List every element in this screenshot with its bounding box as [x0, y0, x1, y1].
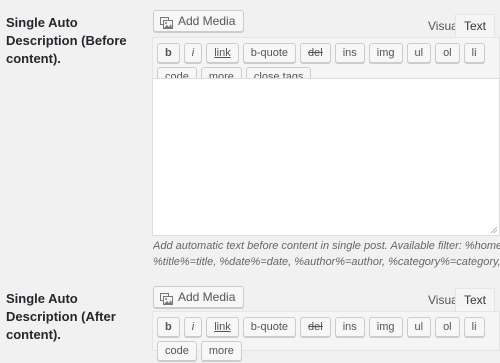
qt-blockquote-button[interactable]: b-quote	[242, 317, 297, 337]
quicktags-toolbar-2: b i link b-quote del ins img ul ol li co…	[152, 311, 500, 361]
qt-more-button[interactable]: more	[200, 341, 242, 361]
qt-ins-button[interactable]: ins	[334, 317, 365, 337]
qt-ul-button[interactable]: ul	[406, 43, 432, 63]
add-media-label: Add Media	[178, 14, 236, 28]
tab-text[interactable]: Text	[455, 14, 496, 38]
help-text-line-1: Add automatic text before content in sin…	[153, 240, 500, 252]
add-media-label: Add Media	[178, 290, 236, 304]
media-icon	[160, 291, 173, 305]
qt-img-button[interactable]: img	[368, 317, 403, 337]
qt-ol-button[interactable]: ol	[435, 317, 460, 337]
media-icon	[160, 15, 173, 29]
help-text-line-2: %title%=title, %date%=date, %author%=aut…	[153, 256, 500, 268]
tab-text-2[interactable]: Text	[455, 288, 496, 312]
qt-code-button[interactable]: code	[157, 341, 197, 361]
description-before-textarea[interactable]	[152, 78, 500, 236]
qt-del-button[interactable]: del	[300, 43, 331, 63]
field-label-before-content: Single Auto Description (Before content)…	[6, 15, 127, 66]
qt-li-button[interactable]: li	[463, 317, 485, 337]
qt-bold-button[interactable]: b	[157, 43, 180, 63]
qt-link-button[interactable]: link	[206, 43, 239, 63]
qt-del-button[interactable]: del	[300, 317, 331, 337]
qt-bold-button[interactable]: b	[157, 317, 180, 337]
add-media-button-2[interactable]: Add Media	[153, 286, 245, 308]
qt-ol-button[interactable]: ol	[435, 43, 460, 63]
qt-italic-button[interactable]: i	[183, 43, 203, 63]
field-label-after-content: Single Auto Description (After content).	[6, 291, 116, 342]
qt-blockquote-button[interactable]: b-quote	[242, 43, 297, 63]
qt-ins-button[interactable]: ins	[334, 43, 365, 63]
qt-img-button[interactable]: img	[368, 43, 403, 63]
qt-ul-button[interactable]: ul	[406, 317, 432, 337]
qt-italic-button[interactable]: i	[183, 317, 203, 337]
qt-link-button[interactable]: link	[206, 317, 239, 337]
qt-li-button[interactable]: li	[463, 43, 485, 63]
add-media-button[interactable]: Add Media	[153, 10, 245, 32]
resize-grip-icon[interactable]	[491, 227, 497, 233]
